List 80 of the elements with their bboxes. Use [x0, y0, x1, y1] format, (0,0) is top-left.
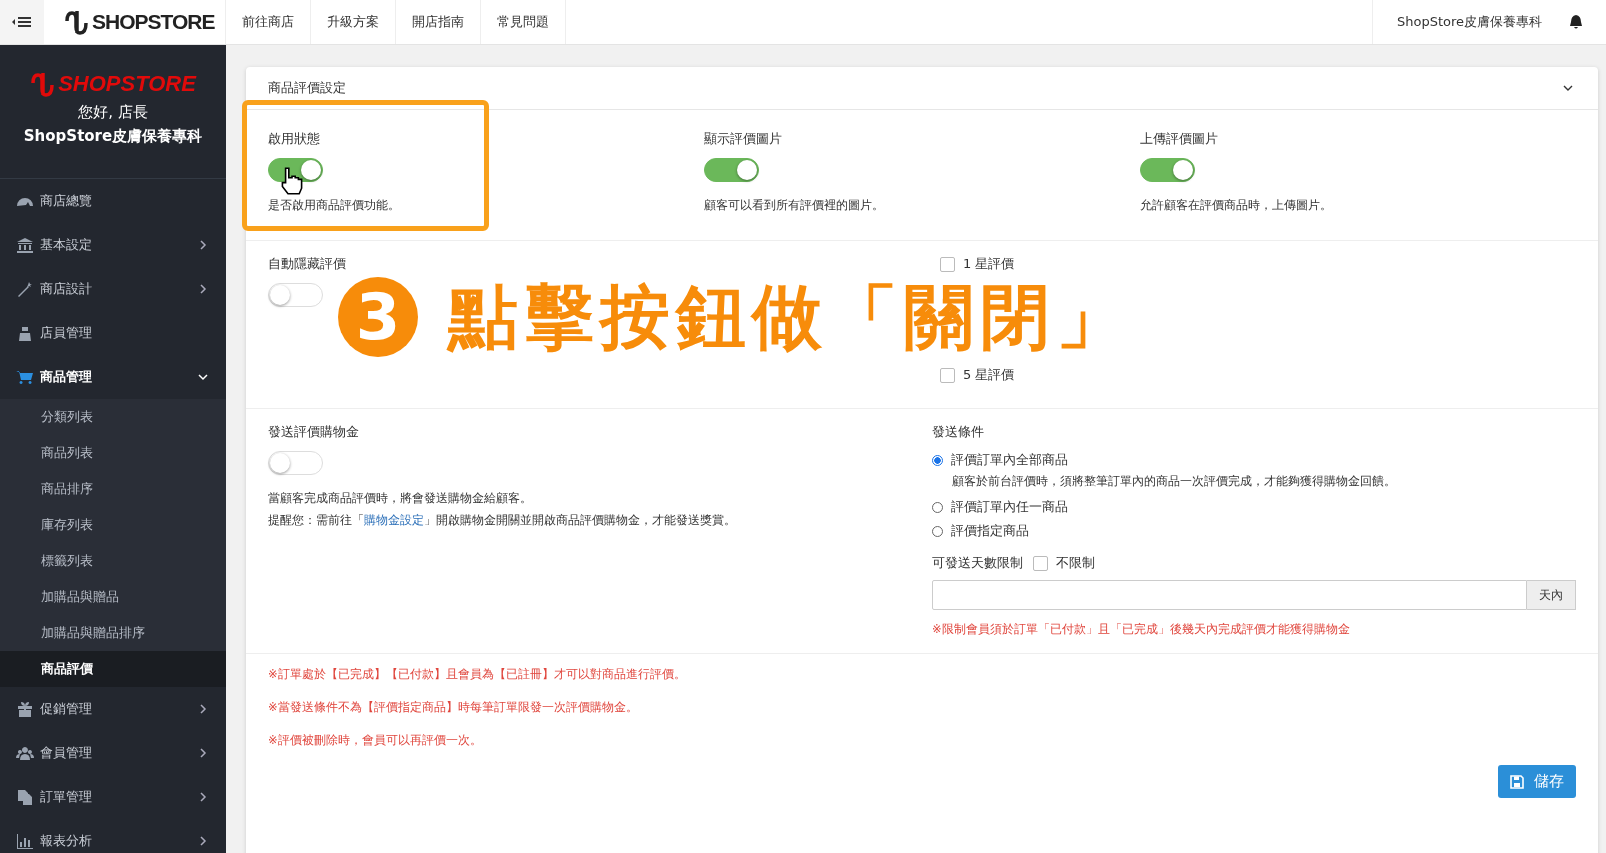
store-name-link[interactable]: ShopStore皮膚保養專科 [1371, 0, 1562, 44]
wand-icon [16, 281, 34, 297]
sidebar-item[interactable]: 報表分析 [0, 819, 226, 853]
toggle-switch[interactable] [1140, 158, 1195, 182]
hand-cursor-icon [280, 167, 304, 195]
sidebar-item[interactable]: 基本設定 [0, 223, 226, 267]
files-icon [16, 789, 34, 805]
chevron-icon [198, 372, 208, 382]
chevron-icon [198, 792, 208, 802]
note-text: ※訂單處於【已完成】【已付款】且會員為【已註冊】才可以對商品進行評價。 [268, 666, 687, 683]
radio-button[interactable] [932, 454, 943, 466]
logo-text: SHOPSTORE [58, 71, 196, 97]
logo-text: SHOPSTORE [92, 10, 215, 34]
annotation-text: 點擊按鈕做「關閉」 [448, 282, 1132, 352]
gift-icon [16, 701, 34, 717]
unlimited-checkbox[interactable]: 不限制 [1033, 554, 1095, 572]
reminder-text: 提醒您：需前往「購物金設定」開啟購物金開關並開啟商品評價購物金，才能發送獎賞。 [268, 512, 737, 529]
note-text: ※評價被刪除時，會員可以再評價一次。 [268, 732, 483, 749]
sidebar-item[interactable]: 訂單管理 [0, 775, 226, 819]
toggle-switch[interactable] [268, 158, 323, 182]
submenu-item[interactable]: 商品排序 [0, 471, 226, 507]
chevron-icon [198, 284, 208, 294]
condition-hint: 顧客於前台評價時，須將整筆訂單內的商品一次評價完成，才能夠獲得購物金回饋。 [951, 473, 1397, 490]
sidebar-item[interactable]: 促銷管理 [0, 687, 226, 731]
sidebar-toggle-button[interactable] [0, 0, 44, 44]
nav-link[interactable]: 開店指南 [396, 0, 481, 44]
greeting-text: 您好, 店長 [78, 103, 148, 122]
chevron-icon [198, 240, 208, 250]
setting-description: 是否啟用商品評價功能。 [268, 197, 401, 214]
nav-link[interactable]: 升級方案 [311, 0, 396, 44]
radio-label[interactable]: 評價訂單內任一商品 [951, 498, 1068, 516]
days-unit-addon: 天內 [1527, 580, 1576, 610]
reward-settings-link[interactable]: 購物金設定 [364, 513, 424, 527]
chevron-icon [198, 748, 208, 758]
toggle-switch[interactable] [704, 158, 759, 182]
days-input[interactable] [932, 580, 1527, 610]
setting-label: 發送評價購物金 [268, 423, 360, 441]
menu-icon [12, 16, 32, 28]
nav-link[interactable]: 前往商店 [226, 0, 311, 44]
step-number-badge: 3 [338, 277, 418, 357]
submenu-item[interactable]: 商品列表 [0, 435, 226, 471]
setting-label: 發送條件 [932, 423, 985, 441]
setting-description: 當顧客完成商品評價時，將會發送購物金給顧客。 [268, 490, 533, 507]
sidebar-item[interactable]: 商店設計 [0, 267, 226, 311]
submenu-item[interactable]: 庫存列表 [0, 507, 226, 543]
setting-label: 啟用狀態 [268, 130, 321, 148]
submenu-item[interactable]: 加購品與贈品排序 [0, 615, 226, 651]
days-limit-label: 可發送天數限制 [932, 554, 1023, 572]
star-filter-checkbox[interactable]: 1 星評價 [940, 255, 1576, 273]
sidebar-item[interactable]: 商店總覽 [0, 179, 226, 223]
setting-label: 上傳評價圖片 [1140, 130, 1219, 148]
submenu-item[interactable]: 分類列表 [0, 399, 226, 435]
collapse-chevron-icon[interactable] [1562, 84, 1574, 92]
logo-icon [30, 71, 57, 97]
panel-title: 商品評價設定 [268, 79, 346, 97]
setting-description: 顧客可以看到所有評價裡的圖片。 [704, 197, 885, 214]
submenu-item[interactable]: 加購品與贈品 [0, 579, 226, 615]
radio-label[interactable]: 評價指定商品 [951, 522, 1029, 540]
bell-icon [1568, 14, 1584, 30]
logo-icon [64, 9, 90, 35]
warning-text: ※限制會員須於訂單「已付款」且「已完成」後幾天內完成評價才能獲得購物金 [932, 622, 1351, 637]
submenu-item[interactable]: 商品評價 [0, 651, 226, 687]
sidebar-item[interactable]: 店員管理 [0, 311, 226, 355]
radio-label[interactable]: 評價訂單內全部商品 [951, 451, 1068, 469]
setting-label: 自動隱藏評價 [268, 255, 347, 273]
chevron-icon [198, 704, 208, 714]
star-filter-checkbox[interactable]: 5 星評價 [940, 366, 1576, 384]
note-text: ※當發送條件不為【評價指定商品】時每筆訂單限發一次評價購物金。 [268, 699, 639, 716]
sidebar-item[interactable]: 商品管理 [0, 355, 226, 399]
chevron-icon [198, 836, 208, 846]
setting-description: 允許顧客在評價商品時，上傳圖片。 [1140, 197, 1333, 214]
store-name: ShopStore皮膚保養專科 [23, 127, 203, 146]
submenu-item[interactable]: 標籤列表 [0, 543, 226, 579]
bank-icon [16, 237, 34, 253]
nav-link[interactable]: 常見問題 [481, 0, 566, 44]
cart-icon [16, 369, 34, 385]
sidebar-item[interactable]: 會員管理 [0, 731, 226, 775]
bar-chart-icon [16, 833, 34, 849]
users-icon [16, 745, 34, 761]
setting-label: 顯示評價圖片 [704, 130, 783, 148]
